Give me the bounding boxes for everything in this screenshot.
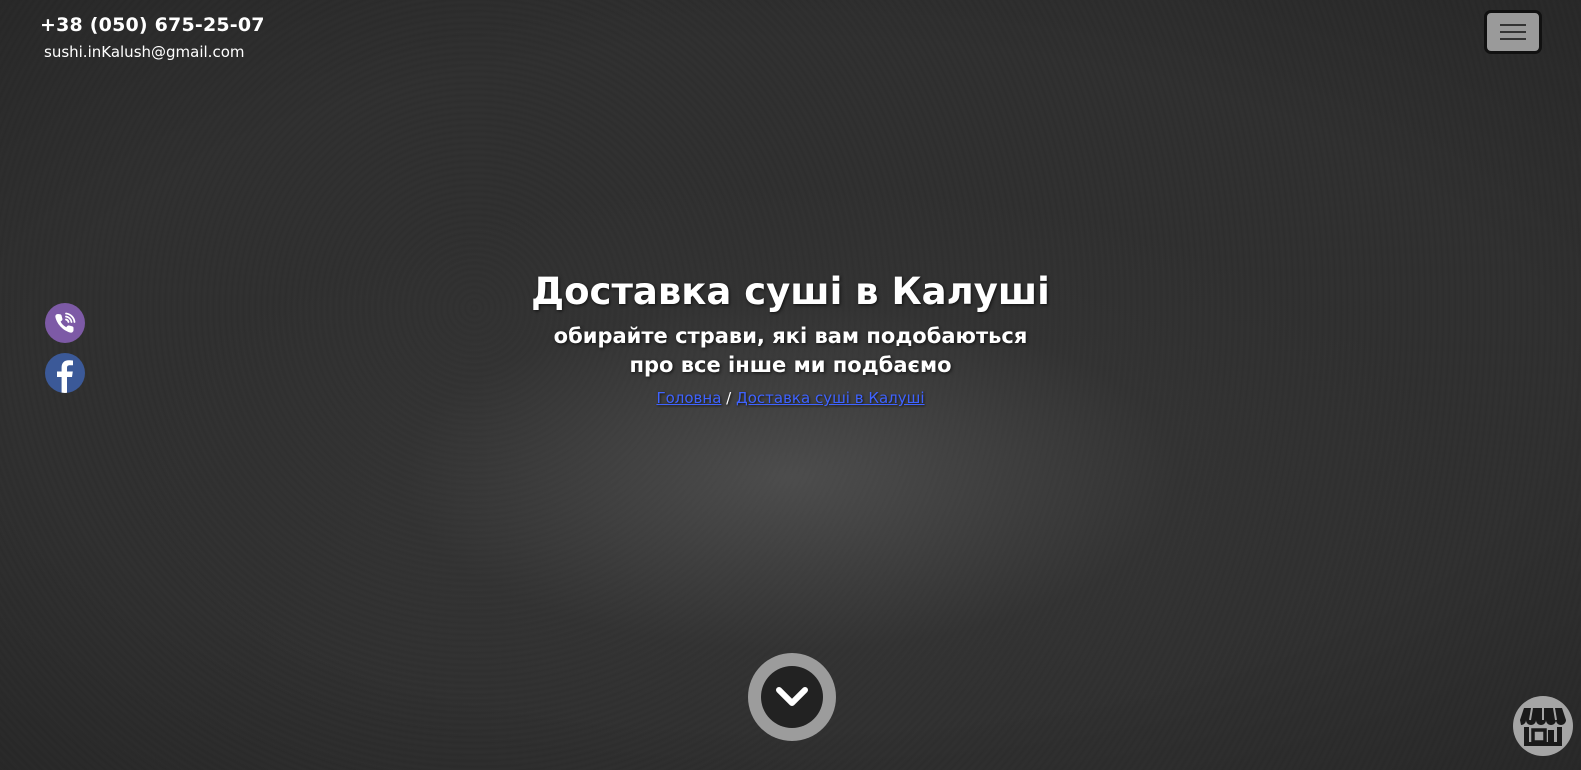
store-icon (1520, 707, 1566, 746)
hero-subtitle-line-2: про все інше ми подбаємо (629, 353, 952, 377)
hero-section: Доставка суші в Калуші обирайте страви, … (0, 268, 1581, 408)
menu-toggle-button[interactable] (1484, 10, 1542, 54)
shop-button[interactable] (1513, 696, 1573, 756)
phone-number[interactable]: +38 (050) 675-25-07 (40, 12, 265, 38)
hero-subtitle: обирайте страви, які вам подобаються про… (0, 322, 1581, 380)
hero-subtitle-line-1: обирайте страви, які вам подобаються (553, 324, 1028, 348)
scroll-down-button[interactable] (748, 653, 836, 741)
breadcrumb-separator: / (726, 389, 732, 407)
email-address[interactable]: sushi.inKalush@gmail.com (44, 42, 265, 62)
breadcrumb: Головна / Доставка суші в Калуші (0, 388, 1581, 408)
chevron-down-icon (776, 687, 808, 706)
breadcrumb-home-link[interactable]: Головна (656, 389, 721, 407)
hamburger-icon (1500, 24, 1526, 40)
contacts-block: +38 (050) 675-25-07 sushi.inKalush@gmail… (40, 12, 265, 62)
scroll-down-inner (761, 666, 823, 728)
breadcrumb-current-link[interactable]: Доставка суші в Калуші (736, 389, 925, 407)
page-title: Доставка суші в Калуші (531, 270, 1050, 313)
